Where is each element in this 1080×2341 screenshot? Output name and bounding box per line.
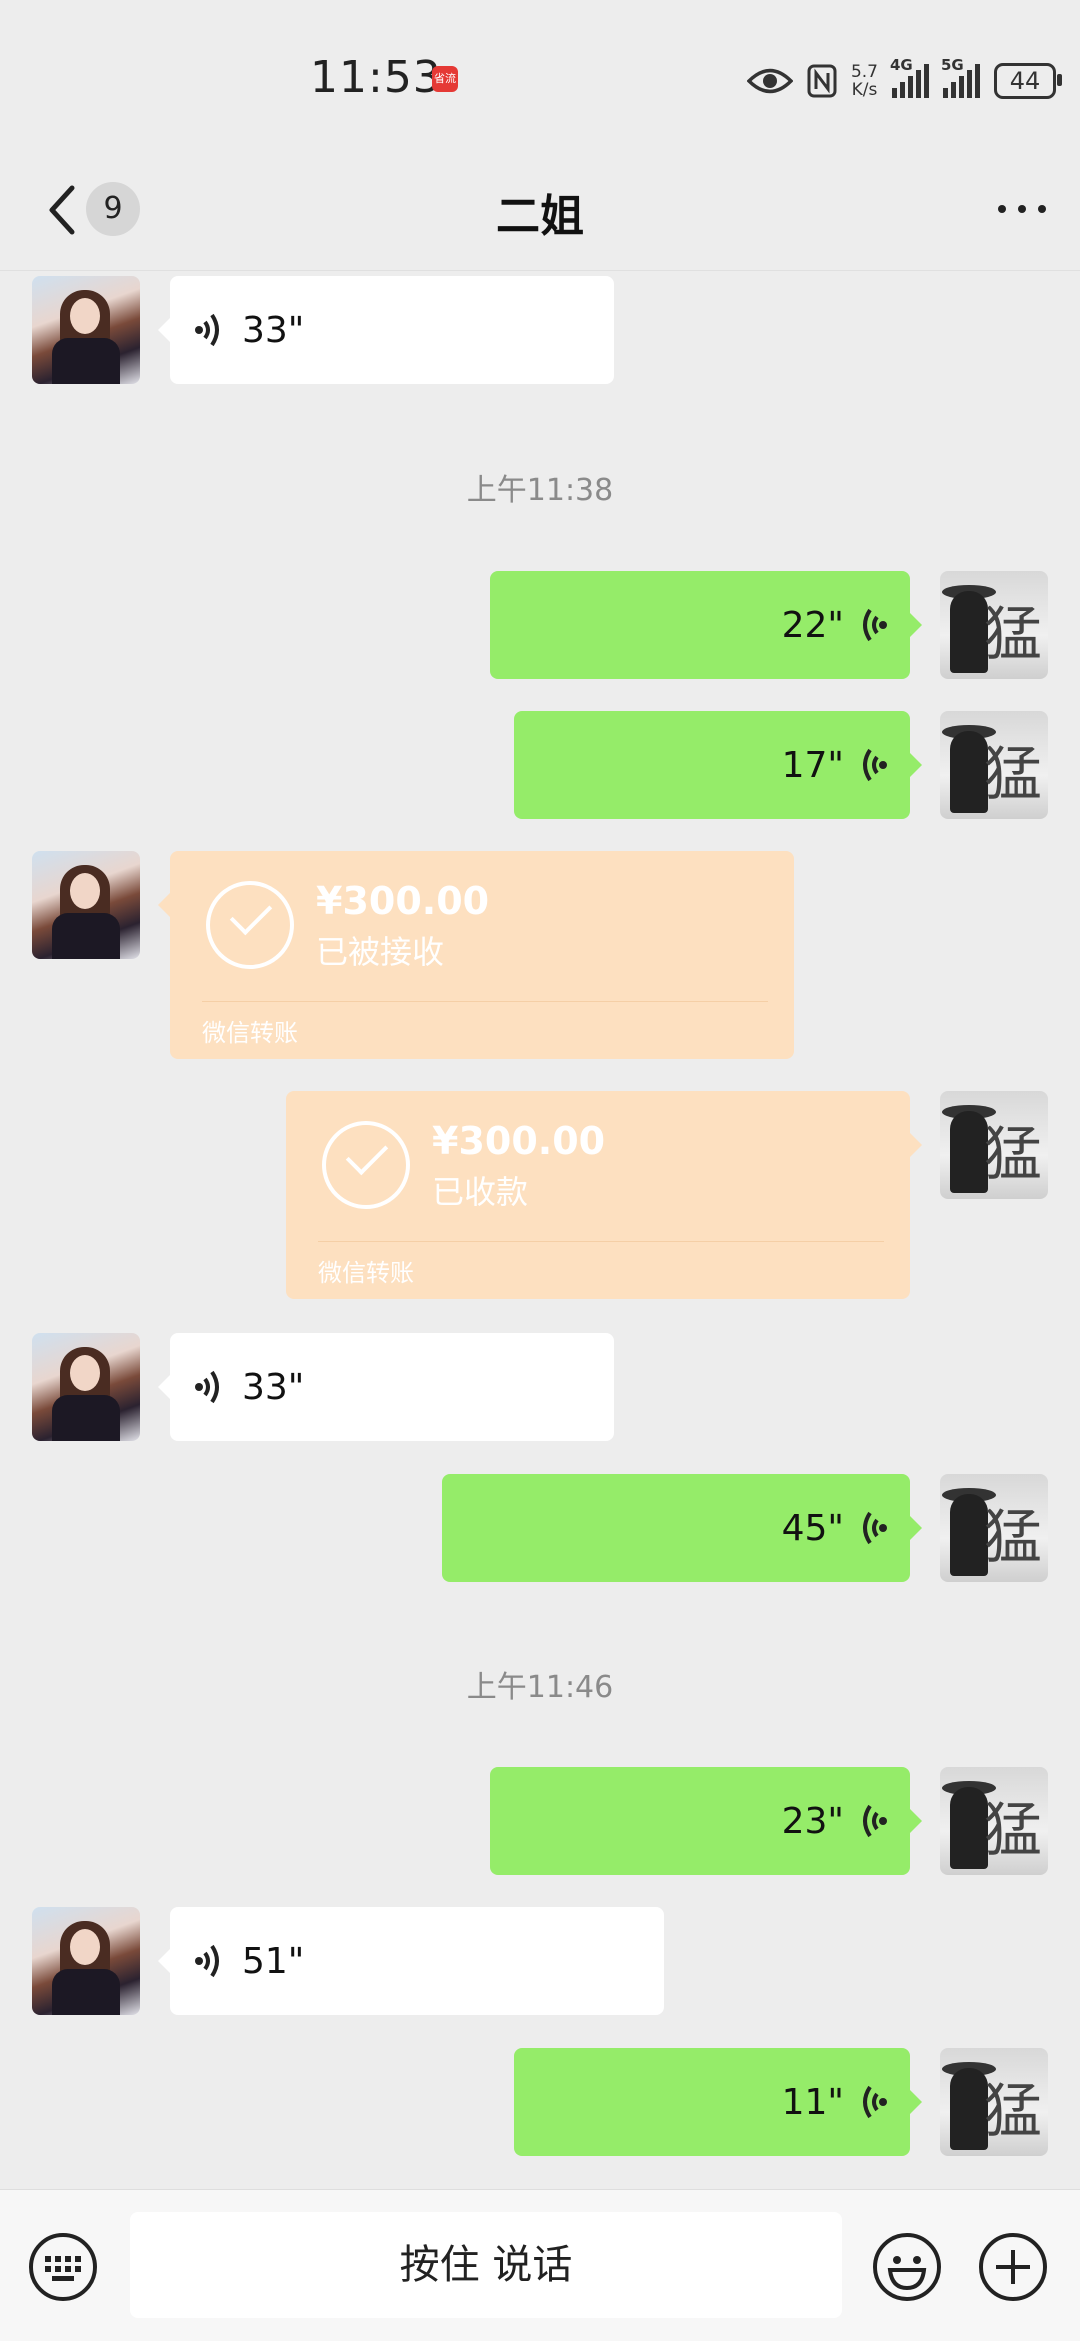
transfer-status: 已被接收 bbox=[316, 933, 445, 971]
chat-title: 二姐 bbox=[496, 191, 584, 242]
voice-duration: 23" bbox=[781, 1800, 844, 1842]
signal-4g-icon: 4G bbox=[890, 56, 929, 98]
voice-duration: 51" bbox=[242, 1940, 305, 1982]
voice-wave-icon bbox=[863, 608, 887, 642]
voice-duration: 17" bbox=[781, 744, 844, 786]
voice-message-outgoing[interactable]: 11" bbox=[514, 2048, 922, 2156]
emoji-icon[interactable] bbox=[872, 2232, 942, 2302]
clock: 11:53 bbox=[310, 52, 442, 103]
voice-duration: 11" bbox=[781, 2081, 844, 2123]
contact-avatar[interactable] bbox=[32, 851, 140, 959]
voice-message-outgoing[interactable]: 23" bbox=[490, 1767, 922, 1875]
check-circle-icon bbox=[206, 881, 294, 969]
chat-header: 9 二姐 bbox=[0, 150, 1080, 271]
eye-icon bbox=[746, 68, 793, 94]
plus-icon[interactable] bbox=[978, 2232, 1048, 2302]
voice-message-outgoing[interactable]: 17" bbox=[514, 711, 922, 819]
contact-avatar[interactable] bbox=[32, 276, 140, 384]
voice-duration: 45" bbox=[781, 1507, 844, 1549]
voice-message-outgoing[interactable]: 45" bbox=[442, 1474, 922, 1582]
my-avatar[interactable]: 猛 bbox=[940, 711, 1048, 819]
timestamp: 上午11:38 bbox=[466, 473, 614, 508]
voice-duration: 22" bbox=[781, 604, 844, 646]
voice-message-incoming[interactable]: 33" bbox=[158, 1333, 614, 1441]
status-icons: 5.7 K/s 4G 5G 44 bbox=[746, 56, 1062, 104]
timestamp: 上午11:46 bbox=[466, 1670, 614, 1705]
voice-wave-icon bbox=[863, 1804, 887, 1838]
my-avatar[interactable]: 猛 bbox=[940, 2048, 1048, 2156]
keyboard-icon[interactable] bbox=[28, 2232, 98, 2302]
voice-duration: 33" bbox=[242, 1366, 305, 1408]
voice-wave-icon bbox=[195, 1370, 219, 1404]
signal-5g-icon: 5G bbox=[941, 56, 980, 98]
divider bbox=[318, 1241, 884, 1242]
contact-avatar[interactable] bbox=[32, 1333, 140, 1441]
voice-wave-icon bbox=[195, 1944, 219, 1978]
voice-wave-icon bbox=[195, 313, 219, 347]
contact-avatar[interactable] bbox=[32, 1907, 140, 2015]
transfer-amount: ¥300.00 bbox=[432, 1119, 606, 1163]
battery-icon: 44 bbox=[994, 63, 1062, 99]
divider bbox=[202, 1001, 768, 1002]
nfc-icon bbox=[807, 64, 837, 98]
transfer-card-incoming[interactable]: ¥300.00 已被接收 微信转账 bbox=[158, 851, 794, 1059]
voice-message-outgoing[interactable]: 22" bbox=[490, 571, 922, 679]
my-avatar[interactable]: 猛 bbox=[940, 571, 1048, 679]
status-bar: 11:53 省流 5.7 K/s 4G 5G 44 bbox=[0, 0, 1080, 150]
transfer-card-outgoing[interactable]: ¥300.00 已收款 微信转账 bbox=[286, 1091, 922, 1299]
network-speed: 5.7 K/s bbox=[850, 62, 878, 100]
transfer-label: 微信转账 bbox=[202, 1019, 298, 1047]
my-avatar[interactable]: 猛 bbox=[940, 1474, 1048, 1582]
message-list[interactable]: 33" 上午11:38 22" 猛 17" 猛 ¥300.00 已被接收 微信转… bbox=[0, 271, 1080, 2189]
more-options-icon[interactable] bbox=[998, 205, 1046, 213]
check-circle-icon bbox=[322, 1121, 410, 1209]
my-avatar[interactable]: 猛 bbox=[940, 1767, 1048, 1875]
hold-to-talk-button[interactable]: 按住 说话 bbox=[130, 2212, 842, 2318]
transfer-label: 微信转账 bbox=[318, 1259, 414, 1287]
input-bar: 按住 说话 bbox=[0, 2189, 1080, 2341]
transfer-status: 已收款 bbox=[432, 1173, 529, 1211]
voice-wave-icon bbox=[863, 748, 887, 782]
data-saver-badge: 省流 bbox=[432, 66, 458, 92]
voice-wave-icon bbox=[863, 2085, 887, 2119]
transfer-amount: ¥300.00 bbox=[316, 879, 490, 923]
voice-message-incoming[interactable]: 33" bbox=[158, 276, 614, 384]
voice-wave-icon bbox=[863, 1511, 887, 1545]
my-avatar[interactable]: 猛 bbox=[940, 1091, 1048, 1199]
voice-duration: 33" bbox=[242, 309, 305, 351]
voice-message-incoming[interactable]: 51" bbox=[158, 1907, 664, 2015]
